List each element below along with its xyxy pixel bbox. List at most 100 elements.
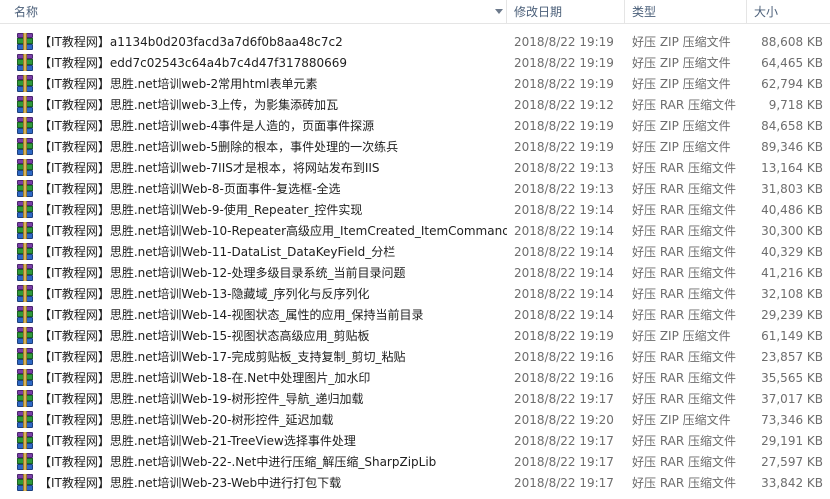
sort-descending-icon — [495, 8, 503, 14]
archive-file-icon — [17, 54, 33, 71]
file-name: 【IT教程网】思胜.net培训web-7IIS才是根本，将网站发布到IIS — [39, 161, 380, 175]
file-row[interactable]: 【IT教程网】思胜.net培训Web-18-在.Net中处理图片_加水印 2018… — [0, 367, 830, 388]
file-date: 2018/8/22 19:13 — [514, 181, 614, 196]
archive-file-icon — [17, 222, 33, 239]
file-type: 好压 ZIP 压缩文件 — [632, 329, 731, 343]
file-row[interactable]: 【IT教程网】思胜.net培训Web-13-隐藏域_序列化与反序列化 2018/8… — [0, 283, 830, 304]
file-row[interactable]: 【IT教程网】思胜.net培训Web-17-完成剪贴板_支持复制_剪切_粘贴 20… — [0, 346, 830, 367]
archive-file-icon — [17, 327, 33, 344]
file-size: 40,329 KB — [761, 244, 823, 259]
file-name: 【IT教程网】思胜.net培训Web-17-完成剪贴板_支持复制_剪切_粘贴 — [39, 350, 406, 364]
file-size: 23,857 KB — [761, 349, 823, 364]
file-date: 2018/8/22 19:16 — [514, 370, 614, 385]
file-name: 【IT教程网】a1134b0d203facd3a7d6f0b8aa48c7c2 — [39, 35, 343, 49]
file-name: 【IT教程网】思胜.net培训Web-12-处理多级目录系统_当前目录问题 — [39, 266, 406, 280]
column-header-size[interactable]: 大小 — [747, 0, 830, 24]
file-name-cell: 【IT教程网】思胜.net培训Web-13-隐藏域_序列化与反序列化 — [0, 285, 507, 302]
file-row[interactable]: 【IT教程网】思胜.net培训Web-11-DataList_DataKeyFi… — [0, 241, 830, 262]
file-row[interactable]: 【IT教程网】a1134b0d203facd3a7d6f0b8aa48c7c2 2… — [0, 31, 830, 52]
file-name-cell: 【IT教程网】思胜.net培训Web-21-TreeView选择事件处理 — [0, 432, 507, 449]
file-name: 【IT教程网】思胜.net培训web-2常用html表单元素 — [39, 77, 318, 91]
file-name-cell: 【IT教程网】思胜.net培训Web-14-视图状态_属性的应用_保持当前目录 — [0, 306, 507, 323]
file-name-cell: 【IT教程网】思胜.net培训Web-11-DataList_DataKeyFi… — [0, 243, 507, 260]
file-size: 35,565 KB — [761, 370, 823, 385]
file-date: 2018/8/22 19:14 — [514, 223, 614, 238]
archive-file-icon — [17, 390, 33, 407]
archive-file-icon — [17, 432, 33, 449]
archive-file-icon — [17, 369, 33, 386]
file-row[interactable]: 【IT教程网】思胜.net培训Web-20-树形控件_延迟加载 2018/8/22… — [0, 409, 830, 430]
column-header-size-label: 大小 — [754, 5, 779, 19]
file-name: 【IT教程网】思胜.net培训web-5删除的根本，事件处理的一次练兵 — [39, 140, 399, 154]
archive-file-icon — [17, 474, 33, 491]
file-date: 2018/8/22 19:17 — [514, 433, 614, 448]
file-size: 29,191 KB — [761, 433, 823, 448]
file-date: 2018/8/22 19:17 — [514, 454, 614, 469]
file-row[interactable]: 【IT教程网】思胜.net培训web-5删除的根本，事件处理的一次练兵 2018/… — [0, 136, 830, 157]
file-type: 好压 RAR 压缩文件 — [632, 224, 737, 238]
file-size: 88,608 KB — [761, 34, 823, 49]
file-date: 2018/8/22 19:19 — [514, 118, 614, 133]
file-name: 【IT教程网】思胜.net培训web-3上传，为影集添砖加瓦 — [39, 98, 339, 112]
file-name-cell: 【IT教程网】edd7c02543c64a4b7c4d47f317880669 — [0, 54, 507, 71]
file-date: 2018/8/22 19:14 — [514, 286, 614, 301]
archive-file-icon — [17, 201, 33, 218]
file-name: 【IT教程网】思胜.net培训Web-14-视图状态_属性的应用_保持当前目录 — [39, 308, 424, 322]
file-row[interactable]: 【IT教程网】思胜.net培训Web-23-Web中进行打包下载 2018/8/2… — [0, 472, 830, 493]
file-name: 【IT教程网】思胜.net培训Web-22-.Net中进行压缩_解压缩_Shar… — [39, 455, 437, 469]
file-name: 【IT教程网】思胜.net培训Web-13-隐藏域_序列化与反序列化 — [39, 287, 370, 301]
file-name: 【IT教程网】思胜.net培训Web-18-在.Net中处理图片_加水印 — [39, 371, 371, 385]
file-name: 【IT教程网】思胜.net培训Web-21-TreeView选择事件处理 — [39, 434, 356, 448]
file-name: 【IT教程网】edd7c02543c64a4b7c4d47f317880669 — [39, 56, 348, 70]
file-size: 33,842 KB — [761, 475, 823, 490]
file-row[interactable]: 【IT教程网】思胜.net培训web-4事件是人造的，页面事件探源 2018/8/… — [0, 115, 830, 136]
file-row[interactable]: 【IT教程网】思胜.net培训Web-15-视图状态高级应用_剪贴板 2018/8… — [0, 325, 830, 346]
file-size: 31,803 KB — [761, 181, 823, 196]
file-name-cell: 【IT教程网】思胜.net培训Web-8-页面事件-复选框-全选 — [0, 180, 507, 197]
file-row[interactable]: 【IT教程网】edd7c02543c64a4b7c4d47f317880669 2… — [0, 52, 830, 73]
file-name: 【IT教程网】思胜.net培训Web-10-Repeater高级应用_ItemC… — [39, 224, 507, 238]
file-row[interactable]: 【IT教程网】思胜.net培训web-3上传，为影集添砖加瓦 2018/8/22 … — [0, 94, 830, 115]
archive-file-icon — [17, 453, 33, 470]
file-row[interactable]: 【IT教程网】思胜.net培训Web-10-Repeater高级应用_ItemC… — [0, 220, 830, 241]
file-type: 好压 RAR 压缩文件 — [632, 371, 737, 385]
file-row[interactable]: 【IT教程网】思胜.net培训web-7IIS才是根本，将网站发布到IIS 201… — [0, 157, 830, 178]
file-name: 【IT教程网】思胜.net培训Web-15-视图状态高级应用_剪贴板 — [39, 329, 370, 343]
file-date: 2018/8/22 19:20 — [514, 412, 614, 427]
file-row[interactable]: 【IT教程网】思胜.net培训Web-14-视图状态_属性的应用_保持当前目录 2… — [0, 304, 830, 325]
file-name-cell: 【IT教程网】思胜.net培训Web-18-在.Net中处理图片_加水印 — [0, 369, 507, 386]
file-name: 【IT教程网】思胜.net培训Web-20-树形控件_延迟加载 — [39, 413, 334, 427]
file-row[interactable]: 【IT教程网】思胜.net培训Web-21-TreeView选择事件处理 2018… — [0, 430, 830, 451]
file-size: 73,346 KB — [761, 412, 823, 427]
file-row[interactable]: 【IT教程网】思胜.net培训Web-9-使用_Repeater_控件实现 201… — [0, 199, 830, 220]
file-type: 好压 ZIP 压缩文件 — [632, 413, 731, 427]
file-type: 好压 RAR 压缩文件 — [632, 434, 737, 448]
column-header-date[interactable]: 修改日期 — [507, 0, 625, 24]
file-row[interactable]: 【IT教程网】思胜.net培训web-2常用html表单元素 2018/8/22 … — [0, 73, 830, 94]
column-header-name[interactable]: 名称 — [0, 0, 507, 24]
column-header-type[interactable]: 类型 — [625, 0, 747, 24]
file-date: 2018/8/22 19:14 — [514, 202, 614, 217]
file-date: 2018/8/22 19:17 — [514, 475, 614, 490]
file-row[interactable]: 【IT教程网】思胜.net培训Web-12-处理多级目录系统_当前目录问题 201… — [0, 262, 830, 283]
file-name-cell: 【IT教程网】思胜.net培训Web-10-Repeater高级应用_ItemC… — [0, 222, 507, 239]
file-type: 好压 ZIP 压缩文件 — [632, 140, 731, 154]
file-date: 2018/8/22 19:14 — [514, 265, 614, 280]
file-size: 89,346 KB — [761, 139, 823, 154]
archive-file-icon — [17, 117, 33, 134]
file-type: 好压 RAR 压缩文件 — [632, 476, 737, 490]
file-type: 好压 RAR 压缩文件 — [632, 350, 737, 364]
file-name-cell: 【IT教程网】思胜.net培训web-5删除的根本，事件处理的一次练兵 — [0, 138, 507, 155]
archive-file-icon — [17, 159, 33, 176]
file-row[interactable]: 【IT教程网】思胜.net培训Web-22-.Net中进行压缩_解压缩_Shar… — [0, 451, 830, 472]
file-type: 好压 RAR 压缩文件 — [632, 203, 737, 217]
file-name-cell: 【IT教程网】思胜.net培训Web-23-Web中进行打包下载 — [0, 474, 507, 491]
file-name-cell: 【IT教程网】思胜.net培训Web-12-处理多级目录系统_当前目录问题 — [0, 264, 507, 281]
archive-file-icon — [17, 33, 33, 50]
file-name-cell: 【IT教程网】思胜.net培训Web-17-完成剪贴板_支持复制_剪切_粘贴 — [0, 348, 507, 365]
file-row[interactable]: 【IT教程网】思胜.net培训Web-19-树形控件_导航_递归加载 2018/8… — [0, 388, 830, 409]
file-name-cell: 【IT教程网】思胜.net培训Web-22-.Net中进行压缩_解压缩_Shar… — [0, 453, 507, 470]
file-size: 40,486 KB — [761, 202, 823, 217]
file-row[interactable]: 【IT教程网】思胜.net培训Web-8-页面事件-复选框-全选 2018/8/2… — [0, 178, 830, 199]
archive-file-icon — [17, 348, 33, 365]
